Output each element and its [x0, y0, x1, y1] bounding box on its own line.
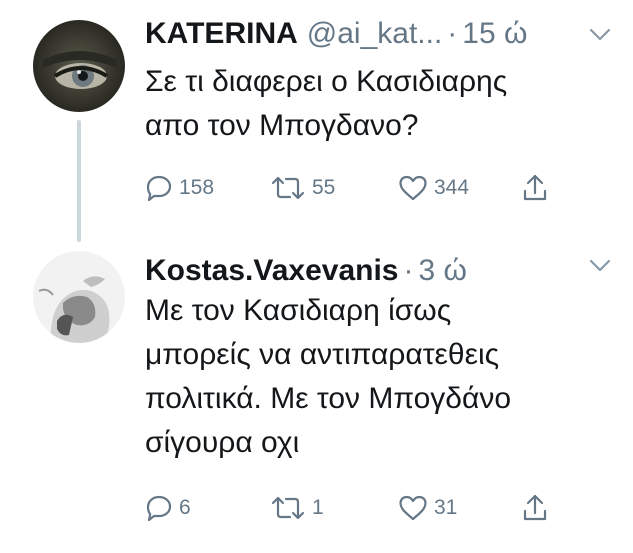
chevron-down-icon[interactable]: [589, 28, 611, 42]
tweet-text-line: πολιτικά. Με τον Μπογδάνο: [145, 382, 512, 415]
reply-icon: [145, 494, 173, 522]
retweet-button[interactable]: 55: [270, 170, 335, 206]
share-icon: [522, 173, 548, 203]
timestamp[interactable]: 15 ώ: [462, 16, 527, 52]
retweet-icon: [270, 174, 306, 202]
tweet-text-line: Σε τι διαφερει ο Κασιδιαρης: [145, 65, 508, 98]
author-handle[interactable]: @ai_kat...: [307, 16, 443, 52]
timestamp[interactable]: 3 ώ: [419, 253, 467, 289]
tweet-text: Σε τι διαφερει ο Κασιδιαρης απο τον Μπογ…: [145, 60, 613, 148]
like-icon: [398, 174, 428, 202]
tweet[interactable]: Kostas.Vaxevanis · 3 ώ Με τον Κασιδιαρη …: [0, 245, 633, 553]
author-name[interactable]: KATERINA: [145, 16, 298, 52]
like-count: 31: [434, 496, 458, 519]
retweet-count: 1: [312, 496, 324, 519]
retweet-button[interactable]: 1: [270, 490, 324, 526]
tweet-text-line: σίγουρα οχι: [145, 426, 300, 459]
tweet-header: Kostas.Vaxevanis · 3 ώ: [145, 253, 613, 289]
thread-line: [77, 120, 81, 242]
reply-button[interactable]: 158: [145, 170, 214, 206]
retweet-count: 55: [312, 176, 336, 199]
tweet-text: Με τον Κασιδιαρη ίσως μπορείς να αντιπαρ…: [145, 289, 613, 465]
reply-count: 158: [179, 176, 215, 199]
avatar[interactable]: [33, 251, 125, 343]
separator-dot: ·: [403, 254, 414, 287]
like-button[interactable]: 344: [398, 170, 469, 206]
tweet-text-line: μπορείς να αντιπαρατεθεις: [145, 338, 500, 371]
retweet-icon: [270, 494, 306, 522]
like-button[interactable]: 31: [398, 490, 457, 526]
tweet-text-line: Με τον Κασιδιαρη ίσως: [145, 294, 452, 327]
reply-button[interactable]: 6: [145, 490, 191, 526]
reply-icon: [145, 174, 173, 202]
share-icon: [522, 493, 548, 523]
tweet[interactable]: KATERINA @ai_kat... · 15 ώ Σε τι διαφερε…: [0, 0, 633, 245]
avatar[interactable]: [33, 20, 125, 112]
share-button[interactable]: [522, 170, 548, 206]
like-count: 344: [434, 176, 470, 199]
author-name[interactable]: Kostas.Vaxevanis: [145, 253, 399, 289]
reply-count: 6: [179, 496, 191, 519]
separator-dot: ·: [447, 17, 458, 50]
chevron-down-icon[interactable]: [589, 259, 611, 273]
share-button[interactable]: [522, 490, 548, 526]
like-icon: [398, 494, 428, 522]
tweet-text-line: απο τον Μπογδανο?: [145, 109, 419, 142]
tweet-header: KATERINA @ai_kat... · 15 ώ: [145, 16, 613, 52]
